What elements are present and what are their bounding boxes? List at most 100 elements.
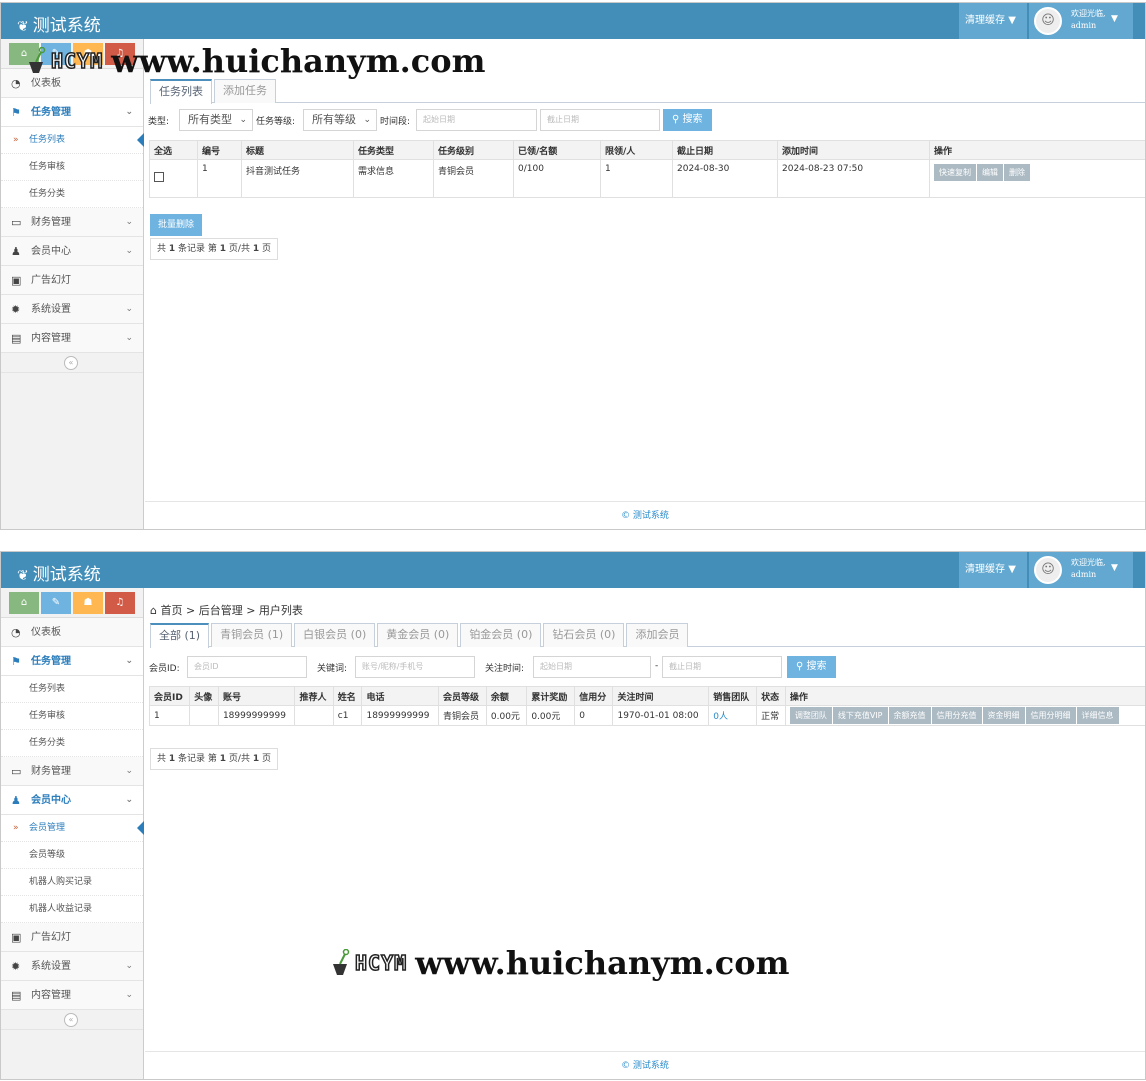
- tab-silver[interactable]: 白银会员 (0): [294, 623, 376, 647]
- watermark: HCYM www.huichanym.com: [330, 944, 789, 982]
- member-tabs: 全部 (1) 青铜会员 (1) 白银会员 (0) 黄金会员 (0) 铂金会员 (…: [150, 623, 1145, 648]
- collapse-icon[interactable]: «: [64, 356, 78, 370]
- drive-icon: ▭: [11, 216, 22, 229]
- breadcrumb-home[interactable]: 首页: [160, 604, 182, 617]
- cell-actions: 快速复制 编辑 删除: [929, 159, 1145, 198]
- sidebar-item-finance[interactable]: ▭ 财务管理 ⌄: [1, 757, 143, 786]
- detail-info-button[interactable]: 详细信息: [1076, 707, 1119, 724]
- sidebar-item-label: 仪表板: [31, 627, 61, 638]
- member-id-input[interactable]: 会员ID: [187, 656, 307, 678]
- app-title: 测试系统: [32, 565, 101, 585]
- quick-copy-button[interactable]: 快速复制: [934, 164, 976, 181]
- app-title: 测试系统: [32, 16, 101, 36]
- chevron-down-icon: ⌄: [125, 246, 133, 256]
- avatar: ☺: [1034, 556, 1062, 584]
- tab-add-task[interactable]: 添加任务: [214, 79, 276, 103]
- credit-recharge-button[interactable]: 信用分充值: [931, 707, 982, 724]
- col-referrer: 推荐人: [294, 686, 334, 706]
- sidebar-item-label: 财务管理: [31, 766, 71, 777]
- end-date-input[interactable]: 截止日期: [662, 656, 782, 678]
- offline-vip-recharge-button[interactable]: 线下充值VIP: [832, 707, 888, 724]
- sidebar-item-robot-purchase[interactable]: 机器人购买记录: [1, 869, 143, 896]
- sidebar-item-ads[interactable]: ▣ 广告幻灯: [1, 266, 143, 295]
- col-account: 账号: [217, 686, 296, 706]
- sidebar-item-content[interactable]: ▤ 内容管理 ⌄: [1, 981, 143, 1010]
- start-date-input[interactable]: 起始日期: [416, 109, 537, 131]
- sidebar-item-task-list[interactable]: 任务列表: [1, 676, 143, 703]
- cell-level: 青铜会员: [433, 159, 514, 198]
- watermark-url: www.huichanym.com: [111, 42, 486, 80]
- search-button[interactable]: ⚲ 搜索: [787, 656, 836, 678]
- sidebar-item-task-list[interactable]: 任务列表: [1, 127, 144, 154]
- top-navbar: ❦ 测试系统 清理缓存 ▼ ☺ 欢迎光临, admin ▼: [1, 3, 1145, 39]
- sidebar-item-task-review[interactable]: 任务审核: [1, 703, 143, 730]
- col-team: 销售团队: [708, 686, 758, 706]
- col-balance: 余额: [485, 686, 528, 706]
- sidebar-item-task-category[interactable]: 任务分类: [1, 730, 143, 757]
- keyword-input[interactable]: 账号/昵称/手机号: [355, 656, 475, 678]
- clear-cache-button[interactable]: 清理缓存 ▼: [959, 552, 1027, 588]
- adjust-team-button[interactable]: 调整团队: [789, 707, 832, 724]
- tab-all[interactable]: 全部 (1): [150, 623, 210, 648]
- search-button[interactable]: ⚲ 搜索: [663, 109, 712, 131]
- tab-bronze[interactable]: 青铜会员 (1): [211, 623, 293, 647]
- row-checkbox[interactable]: [154, 172, 164, 182]
- user-menu[interactable]: ☺ 欢迎光临, admin ▼: [1029, 552, 1133, 588]
- sidebar-item-task-management[interactable]: ⚑ 任务管理 ⌄: [1, 647, 143, 676]
- sidebar-item-system-settings[interactable]: ✹ 系统设置 ⌄: [1, 952, 143, 981]
- batch-delete-button[interactable]: 批量删除: [150, 214, 203, 236]
- tab-add-member[interactable]: 添加会员: [626, 623, 689, 647]
- app-brand[interactable]: ❦ 测试系统: [17, 560, 101, 585]
- credit-details-button[interactable]: 信用分明细: [1025, 707, 1076, 724]
- search-icon: ⚲: [672, 114, 680, 125]
- top-navbar: ❦ 测试系统 清理缓存 ▼ ☺ 欢迎光临, admin ▼: [1, 552, 1145, 588]
- cell-reward: 0.00元: [526, 705, 576, 726]
- welcome-text: 欢迎光临, admin: [1071, 558, 1106, 579]
- sidebar-item-member-management[interactable]: 会员管理: [1, 815, 144, 842]
- start-date-input[interactable]: 起始日期: [533, 656, 651, 678]
- cell-type: 需求信息: [353, 159, 434, 198]
- clear-cache-button[interactable]: 清理缓存 ▼: [959, 3, 1027, 39]
- col-select-all[interactable]: 全选: [149, 140, 198, 160]
- sidebar-item-task-management[interactable]: ⚑ 任务管理 ⌄: [1, 98, 143, 127]
- team-link[interactable]: 0人: [708, 705, 758, 726]
- sidebar-item-member-level[interactable]: 会员等级: [1, 842, 143, 869]
- sidebar-item-member-center[interactable]: ♟ 会员中心 ⌄: [1, 786, 143, 815]
- bell-icon[interactable]: ♫: [105, 592, 135, 614]
- col-actions: 操作: [784, 686, 1145, 706]
- balance-recharge-button[interactable]: 余额充值: [888, 707, 931, 724]
- collapse-icon[interactable]: «: [64, 1013, 78, 1027]
- breadcrumb-section[interactable]: 后台管理: [199, 604, 243, 617]
- tab-task-list[interactable]: 任务列表: [150, 79, 212, 104]
- type-select[interactable]: 所有类型 ⌄: [179, 109, 253, 131]
- sidebar-item-system-settings[interactable]: ✹ 系统设置 ⌄: [1, 295, 143, 324]
- pencil-icon[interactable]: ✎: [41, 592, 71, 614]
- sidebar-item-member-center[interactable]: ♟ 会员中心 ⌄: [1, 237, 143, 266]
- sidebar-item-label: 系统设置: [31, 961, 71, 972]
- watermark-logo-text: HCYM: [354, 950, 408, 976]
- main-content: ⌂ 首页 > 后台管理 > 用户列表 全部 (1) 青铜会员 (1) 白银会员 …: [145, 588, 1145, 1079]
- home-icon[interactable]: ⌂: [9, 592, 39, 614]
- edit-button[interactable]: 编辑: [977, 164, 1003, 181]
- end-date-input[interactable]: 截止日期: [540, 109, 660, 131]
- sidebar-item-content[interactable]: ▤ 内容管理 ⌄: [1, 324, 143, 353]
- clear-cache-label: 清理缓存: [965, 564, 1005, 575]
- app-brand[interactable]: ❦ 测试系统: [17, 11, 101, 36]
- users-icon[interactable]: ☗: [73, 592, 103, 614]
- col-reward: 累计奖励: [526, 686, 576, 706]
- sidebar-item-dashboard[interactable]: ◔ 仪表板: [1, 618, 143, 647]
- tab-gold[interactable]: 黄金会员 (0): [377, 623, 459, 647]
- sidebar-item-finance[interactable]: ▭ 财务管理 ⌄: [1, 208, 143, 237]
- tab-platinum[interactable]: 铂金会员 (0): [460, 623, 542, 647]
- fund-details-button[interactable]: 资金明细: [982, 707, 1025, 724]
- delete-button[interactable]: 删除: [1004, 164, 1030, 181]
- sidebar-item-label: 内容管理: [31, 990, 71, 1001]
- tab-diamond[interactable]: 钻石会员 (0): [543, 623, 625, 647]
- book-icon: ▤: [11, 989, 22, 1002]
- sidebar-item-task-review[interactable]: 任务审核: [1, 154, 143, 181]
- sidebar-item-task-category[interactable]: 任务分类: [1, 181, 143, 208]
- user-menu[interactable]: ☺ 欢迎光临, admin ▼: [1029, 3, 1133, 39]
- sidebar-item-robot-income[interactable]: 机器人收益记录: [1, 896, 143, 923]
- level-select[interactable]: 所有等级 ⌄: [303, 109, 377, 131]
- sidebar-item-ads[interactable]: ▣ 广告幻灯: [1, 923, 143, 952]
